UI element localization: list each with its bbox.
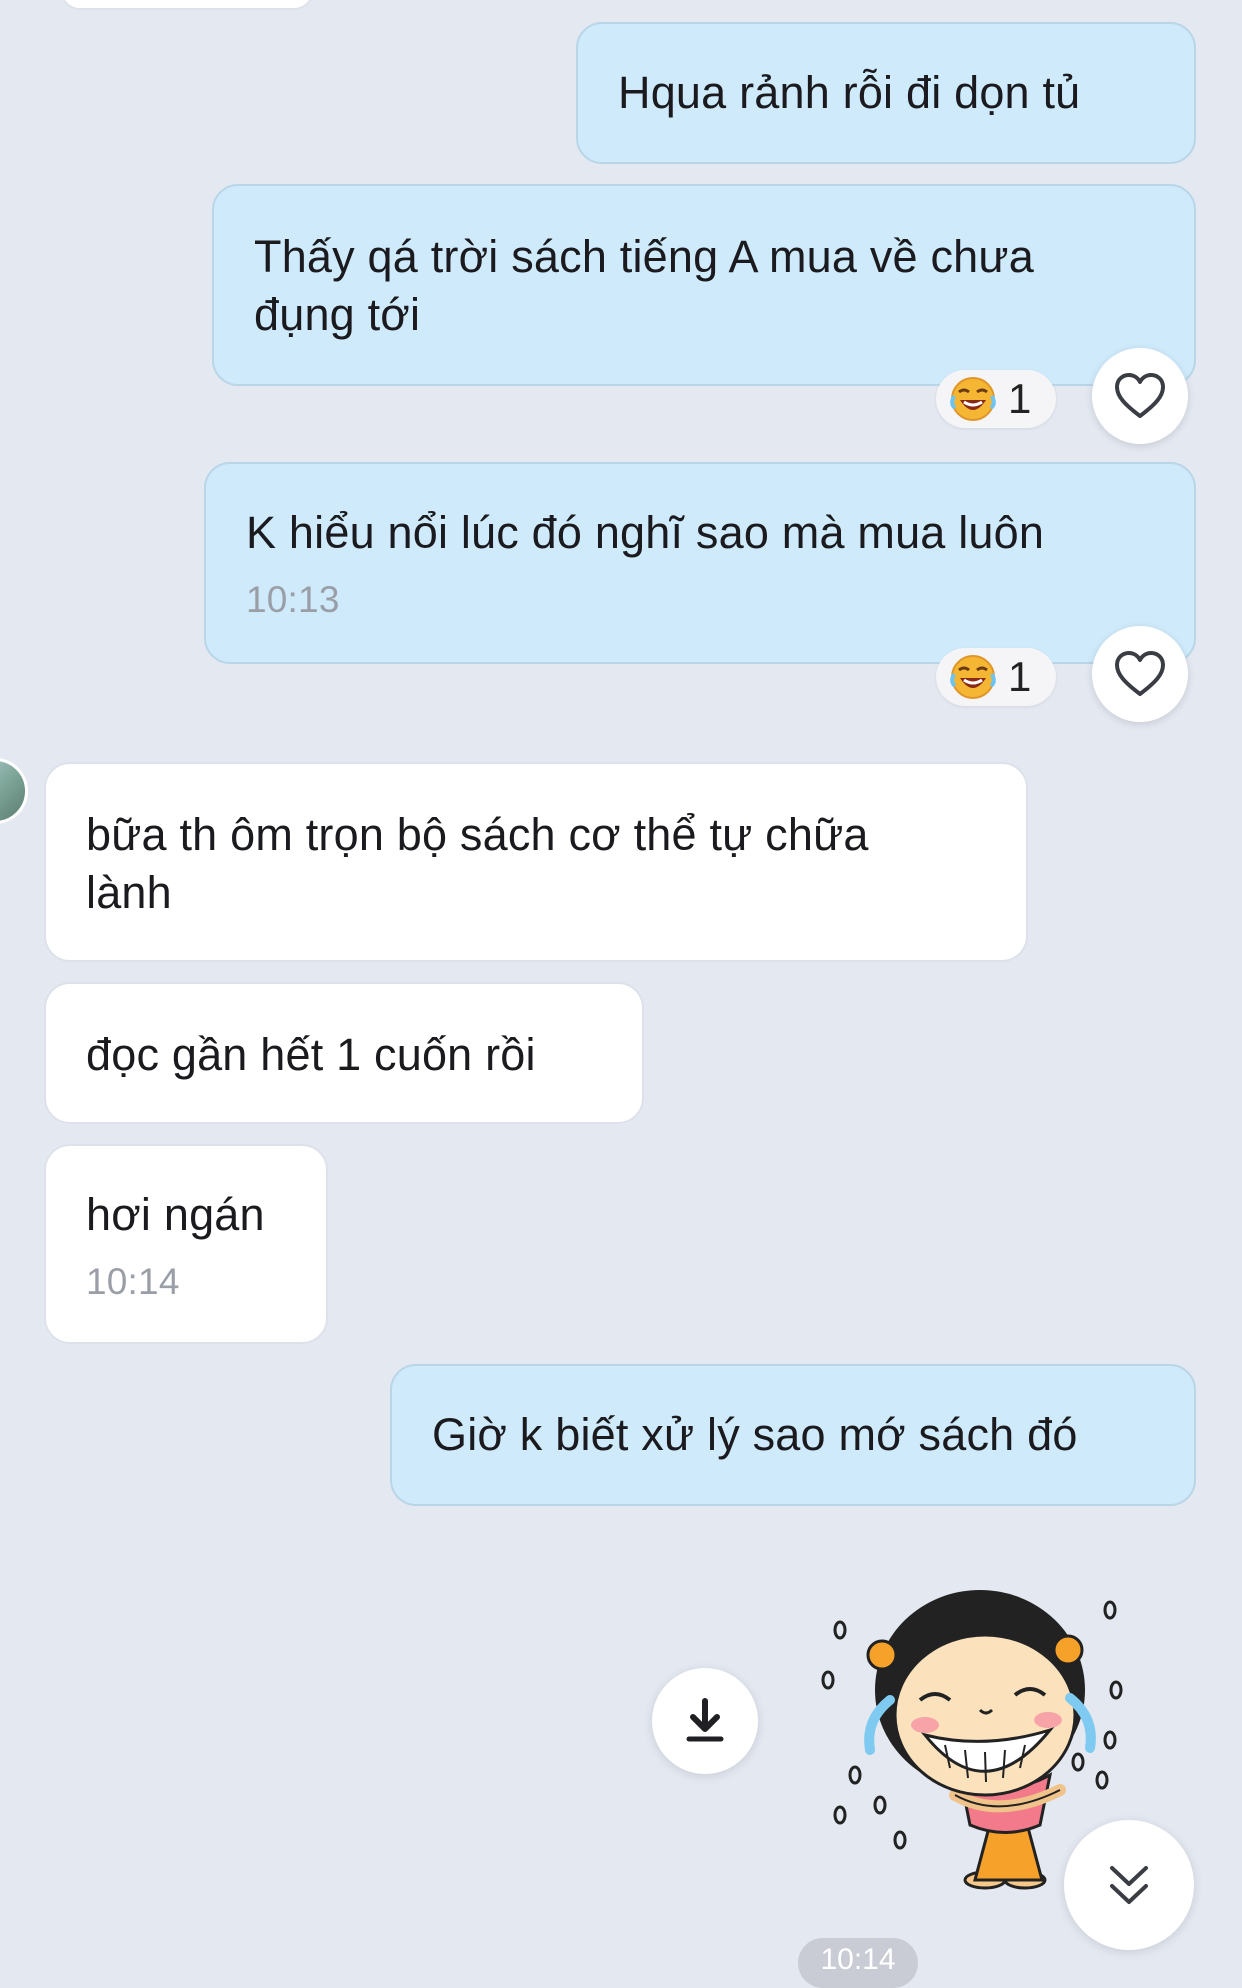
- laughing-crying-emoji-icon: [950, 655, 996, 699]
- heart-icon: [1115, 651, 1165, 696]
- like-button[interactable]: [1092, 348, 1188, 444]
- sent-message-4[interactable]: Giờ k biết xử lý sao mớ sách đó: [390, 1364, 1196, 1506]
- double-chevron-down-icon: [1110, 1866, 1148, 1904]
- download-icon: [686, 1698, 724, 1742]
- message-text: đọc gần hết 1 cuốn rồi: [86, 1029, 536, 1080]
- sent-message-1[interactable]: Hqua rảnh rỗi đi dọn tủ: [576, 22, 1196, 164]
- message-text-line-2: đụng tới: [254, 289, 421, 340]
- received-message-2[interactable]: đọc gần hết 1 cuốn rồi: [44, 982, 644, 1124]
- reaction-badge[interactable]: 1: [936, 648, 1056, 706]
- heart-icon: [1115, 373, 1165, 418]
- reaction-badge[interactable]: 1: [936, 370, 1056, 428]
- received-message-3[interactable]: hơi ngán 10:14: [44, 1144, 328, 1344]
- message-text: Giờ k biết xử lý sao mớ sách đó: [432, 1409, 1078, 1460]
- laughing-crying-emoji-icon: [950, 377, 996, 421]
- message-text: Hqua rảnh rỗi đi dọn tủ: [618, 67, 1081, 118]
- timestamp-badge: 10:14: [798, 1938, 918, 1988]
- previous-message-bubble: [60, 0, 314, 10]
- message-text-line-1: bữa th ôm trọn bộ sách cơ thể tự chữa: [86, 809, 869, 860]
- like-button[interactable]: [1092, 626, 1188, 722]
- received-message-1[interactable]: bữa th ôm trọn bộ sách cơ thể tự chữa là…: [44, 762, 1028, 962]
- reaction-count: 1: [1008, 653, 1032, 700]
- message-text-line-1: Thấy qá trời sách tiếng A mua về chưa: [254, 231, 1034, 282]
- message-text: hơi ngán: [86, 1189, 265, 1240]
- download-button[interactable]: [652, 1668, 758, 1774]
- reaction-count: 1: [1008, 375, 1032, 422]
- avatar[interactable]: [0, 758, 28, 824]
- scroll-to-bottom-button[interactable]: [1064, 1820, 1194, 1950]
- message-timestamp: 10:13: [246, 579, 340, 620]
- message-timestamp: 10:14: [86, 1261, 180, 1302]
- message-text-line-2: lành: [86, 867, 172, 918]
- sent-message-3[interactable]: K hiểu nổi lúc đó nghĩ sao mà mua luôn 1…: [204, 462, 1196, 664]
- message-text: K hiểu nổi lúc đó nghĩ sao mà mua luôn: [246, 507, 1045, 558]
- sent-message-2[interactable]: Thấy qá trời sách tiếng A mua về chưa đụ…: [212, 184, 1196, 386]
